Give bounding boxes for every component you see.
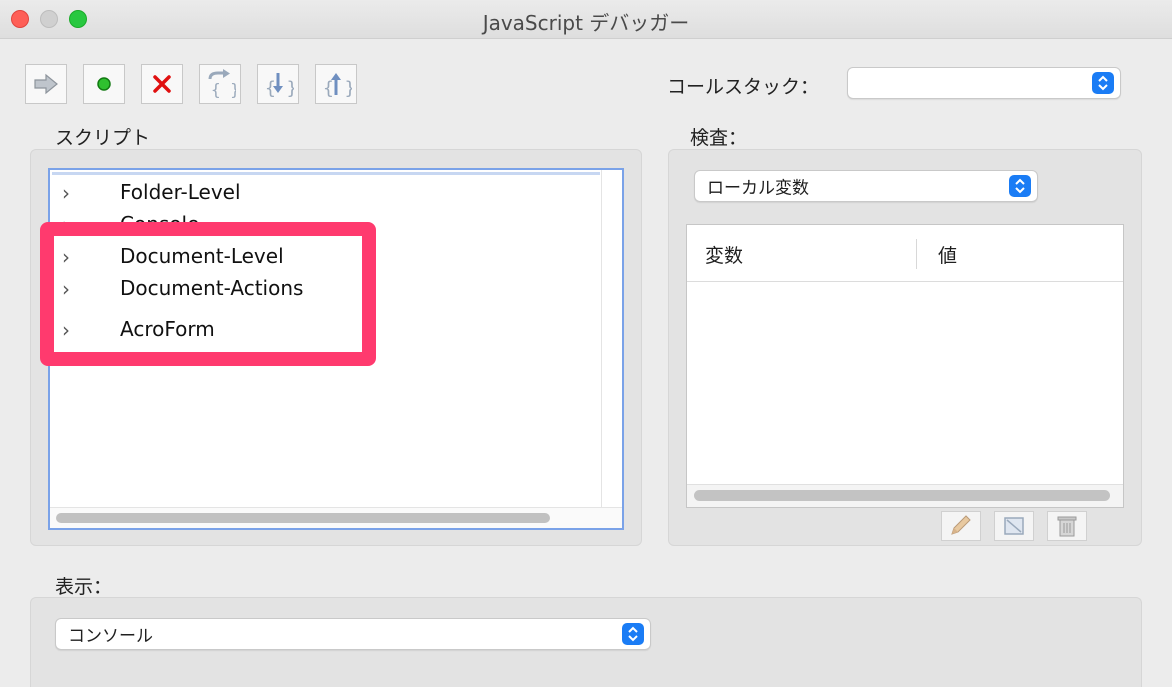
resume-button[interactable]: [25, 64, 67, 104]
scrollbar-thumb[interactable]: [694, 490, 1110, 501]
pencil-icon: [951, 515, 971, 535]
scrollbar-thumb[interactable]: [56, 513, 550, 523]
highlight-box: [40, 222, 376, 366]
step-out-icon: { }: [323, 73, 352, 99]
inspect-label: 検査：: [690, 127, 748, 149]
title-bar: JavaScript デバッガー: [0, 0, 1172, 39]
step-into-icon: { }: [265, 73, 294, 99]
delete-variable-button[interactable]: [1047, 511, 1087, 541]
green-dot-icon: [97, 77, 111, 91]
trash-icon: [1057, 516, 1077, 537]
view-select[interactable]: コンソール: [55, 618, 651, 650]
red-x-icon: [153, 75, 171, 93]
quit-button[interactable]: [141, 64, 183, 104]
column-divider[interactable]: [916, 239, 917, 269]
variables-table[interactable]: 変数 値: [686, 224, 1124, 508]
inspect-scope-value: ローカル変数: [707, 178, 809, 199]
tree-item-folder-level[interactable]: › Folder-Level: [52, 177, 572, 207]
select-arrows-icon: [1009, 175, 1031, 197]
callstack-label: コールスタック：: [667, 76, 820, 98]
scripts-horizontal-scrollbar[interactable]: [50, 507, 622, 528]
variables-horizontal-scrollbar[interactable]: [687, 484, 1123, 507]
window-title: JavaScript デバッガー: [482, 11, 690, 35]
watch-variable-button[interactable]: [994, 511, 1034, 541]
arrow-right-icon: [34, 73, 58, 95]
inspect-scope-select[interactable]: ローカル変数: [694, 170, 1038, 202]
step-out-button[interactable]: { }: [315, 64, 357, 104]
table-header: 変数 値: [687, 225, 1123, 282]
frame-icon: [1004, 517, 1024, 535]
column-header-variable[interactable]: 変数: [705, 241, 743, 268]
view-label: 表示：: [55, 576, 113, 598]
column-header-value[interactable]: 値: [938, 241, 957, 268]
callstack-select[interactable]: [847, 67, 1121, 99]
chevron-right-icon[interactable]: ›: [62, 181, 70, 205]
svg-text:{ }: { }: [211, 80, 236, 99]
tree-item-label: Folder-Level: [120, 180, 241, 204]
step-over-button[interactable]: { }: [199, 64, 241, 104]
select-arrows-icon: [622, 623, 644, 645]
pause-button[interactable]: [83, 64, 125, 104]
step-over-icon: { }: [208, 69, 236, 99]
view-value: コンソール: [68, 626, 153, 647]
scripts-label: スクリプト: [55, 127, 151, 149]
select-arrows-icon: [1092, 72, 1114, 94]
step-into-button[interactable]: { }: [257, 64, 299, 104]
edit-variable-button[interactable]: [941, 511, 981, 541]
scripts-vertical-scrollbar[interactable]: [601, 170, 622, 508]
